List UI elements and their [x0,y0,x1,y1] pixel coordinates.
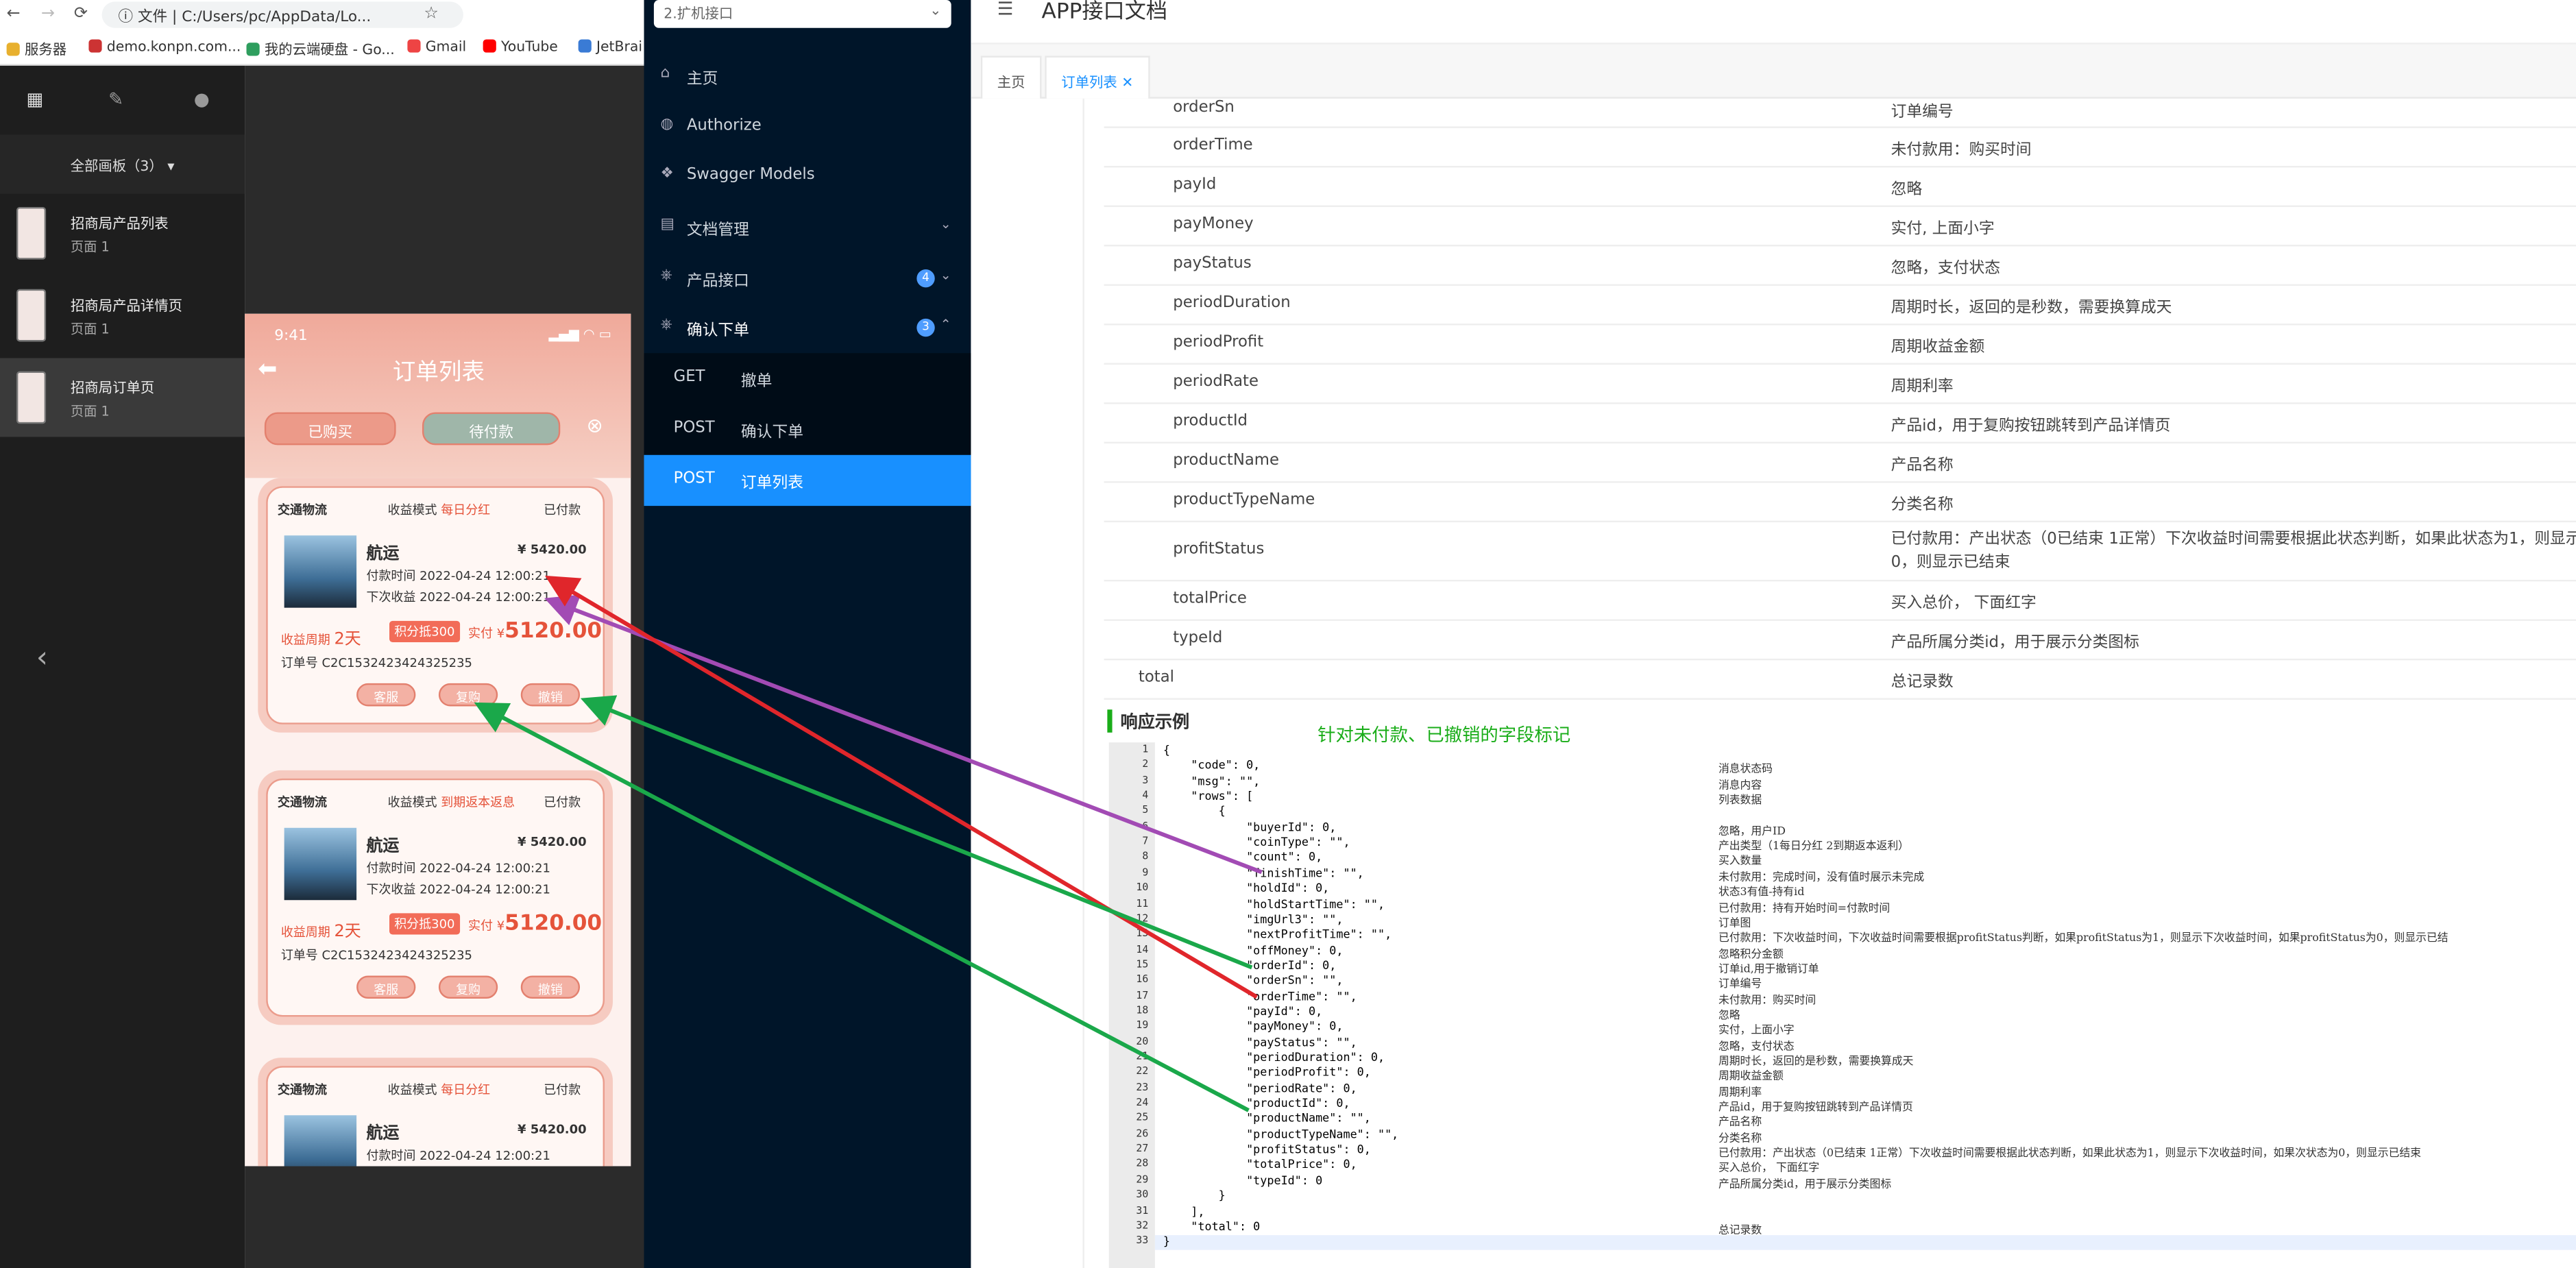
arrow-red [544,575,1259,999]
annotation-arrows [474,575,1263,1112]
screen: ← → ⟳ ⓘ 文件 | C:/Users/pc/AppData/Lo... ☆… [0,0,2576,1268]
